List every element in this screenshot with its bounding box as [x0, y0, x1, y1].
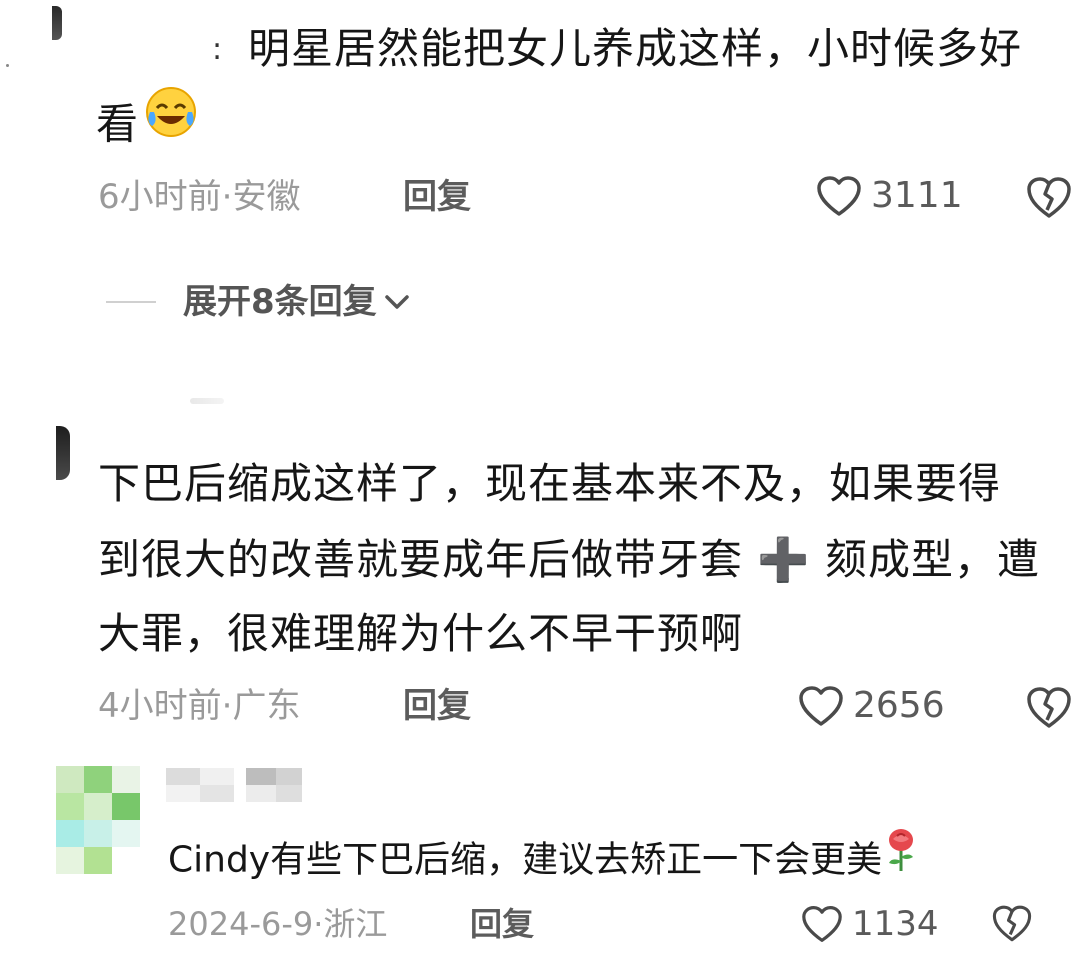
comment-text-fragment: Cindy有些下巴后缩，建议去矫正一下会更美 [168, 839, 883, 881]
avatar[interactable] [56, 426, 70, 480]
expand-replies-button[interactable]: 展开8条回复 [183, 280, 411, 324]
username-fragment[interactable]: : [212, 30, 232, 70]
like-button[interactable]: 2656 [797, 684, 945, 728]
like-count: 1134 [852, 904, 939, 944]
comment-meta: 2024-6-9·浙江 [168, 905, 388, 943]
reply-button[interactable]: 回复 [403, 684, 471, 728]
heart-outline-icon [817, 176, 861, 216]
comment-text-line: 到很大的改善就要成年后做带牙套 ➕ 颏成型，遭 [98, 524, 1040, 596]
comment-text-fragment: 看 [96, 99, 140, 149]
comment-text-line: 大罪，很难理解为什么不早干预啊 [98, 609, 744, 658]
expand-replies-label: 展开8条回复 [183, 282, 377, 322]
chevron-down-icon [384, 295, 409, 309]
like-count: 3111 [871, 175, 963, 216]
dislike-button[interactable] [1024, 684, 1074, 730]
decorative-dot [6, 64, 9, 67]
heart-outline-icon [802, 906, 842, 942]
like-count: 2656 [853, 685, 945, 726]
heart-outline-icon [799, 686, 843, 726]
comment-text-line: 下巴后缩成这样了，现在基本来不及，如果要得 [98, 459, 1002, 508]
avatar[interactable] [52, 6, 62, 40]
comment-text-line: 看 [96, 87, 199, 166]
comment-text-fragment: 到很大的改善就要成年后做带牙套 [98, 535, 744, 584]
laughing-with-tears-emoji-icon [143, 84, 199, 162]
expand-divider [106, 301, 156, 303]
comment-text-line: Cindy有些下巴后缩，建议去矫正一下会更美 [168, 827, 918, 893]
like-button[interactable]: 1134 [800, 902, 939, 946]
comment-text-line: 明星居然能把女儿养成这样，小时候多好 [248, 24, 1023, 73]
comment-meta: 4小时前·广东 [98, 686, 301, 726]
blurred-username[interactable] [166, 768, 302, 802]
plus-icon: ➕ [757, 535, 811, 584]
blurred-username [190, 398, 224, 404]
dislike-button[interactable] [1024, 174, 1074, 220]
comment-text-fragment: 颏成型，遭 [825, 535, 1041, 584]
broken-heart-icon [1027, 687, 1071, 728]
broken-heart-icon [992, 905, 1032, 942]
dislike-button[interactable] [990, 902, 1034, 944]
avatar[interactable] [56, 766, 140, 876]
comment-meta: 6小时前·安徽 [98, 177, 301, 217]
like-button[interactable]: 3111 [815, 174, 963, 218]
reply-button[interactable]: 回复 [403, 175, 471, 219]
rose-emoji-icon [884, 827, 918, 890]
broken-heart-icon [1027, 177, 1071, 218]
reply-button[interactable]: 回复 [470, 902, 534, 946]
